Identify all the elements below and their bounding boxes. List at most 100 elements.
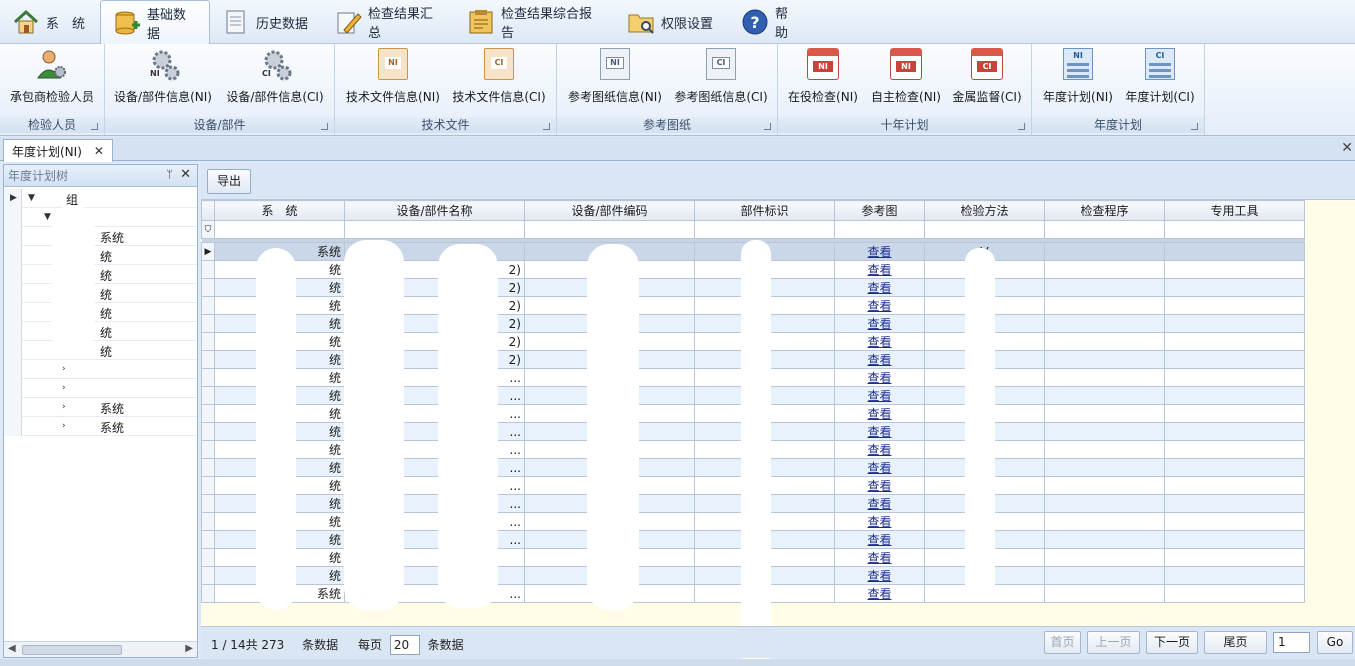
- view-link[interactable]: 查看: [867, 479, 891, 493]
- tree-node-row[interactable]: ›系统: [4, 227, 197, 246]
- row-indicator[interactable]: [201, 422, 215, 441]
- group-expand-icon[interactable]: [321, 123, 328, 130]
- annual-plan-ni-button[interactable]: NI 年度计划(NI): [1038, 48, 1118, 105]
- filter-cell[interactable]: [1044, 220, 1165, 239]
- row-indicator[interactable]: [201, 584, 215, 603]
- tree-node-row[interactable]: ›统: [4, 284, 197, 303]
- view-link[interactable]: 查看: [867, 425, 891, 439]
- row-indicator[interactable]: [201, 548, 215, 567]
- row-indicator[interactable]: [201, 350, 215, 369]
- tree-node-row[interactable]: ›统: [4, 265, 197, 284]
- view-link[interactable]: 查看: [867, 335, 891, 349]
- row-indicator[interactable]: [201, 260, 215, 279]
- in-service-inspection-button[interactable]: NI 在役检查(NI): [784, 48, 862, 105]
- filter-cell[interactable]: [1164, 220, 1305, 239]
- menu-tab-history[interactable]: 历史数据: [210, 0, 322, 44]
- view-link[interactable]: 查看: [867, 245, 891, 259]
- view-link[interactable]: 查看: [867, 443, 891, 457]
- row-indicator[interactable]: [201, 332, 215, 351]
- view-link[interactable]: 查看: [867, 371, 891, 385]
- collapse-icon[interactable]: ▼: [44, 212, 51, 222]
- column-header[interactable]: 设备/部件名称: [344, 200, 525, 221]
- view-link[interactable]: 查看: [867, 281, 891, 295]
- filter-cell[interactable]: [834, 220, 925, 239]
- filter-cell[interactable]: [924, 220, 1045, 239]
- goto-page-input[interactable]: 1: [1273, 632, 1310, 653]
- row-indicator[interactable]: [201, 566, 215, 585]
- filter-cell[interactable]: [524, 220, 695, 239]
- self-inspection-button[interactable]: NI 自主检查(NI): [867, 48, 945, 105]
- row-indicator[interactable]: [201, 404, 215, 423]
- tree-node-row[interactable]: ›统: [4, 322, 197, 341]
- tree-root-row[interactable]: ▶ ▼ 组: [4, 189, 197, 208]
- tree-node-row[interactable]: ›: [4, 379, 197, 398]
- menu-tab-permissions[interactable]: 权限设置: [615, 0, 729, 44]
- group-expand-icon[interactable]: [1018, 123, 1025, 130]
- filter-cell[interactable]: [214, 220, 345, 239]
- scroll-right-icon[interactable]: ▶: [185, 643, 193, 654]
- contractor-inspector-button[interactable]: 承包商检验人员: [6, 48, 98, 105]
- next-page-button[interactable]: 下一页: [1146, 631, 1198, 654]
- menu-tab-help[interactable]: ? 帮助: [729, 0, 809, 44]
- row-indicator[interactable]: [201, 512, 215, 531]
- view-link[interactable]: 查看: [867, 497, 891, 511]
- row-indicator[interactable]: [201, 296, 215, 315]
- group-expand-icon[interactable]: [91, 123, 98, 130]
- scroll-left-icon[interactable]: ◀: [8, 643, 16, 654]
- prev-page-button[interactable]: 上一页: [1087, 631, 1140, 654]
- column-header[interactable]: 系 统: [214, 200, 345, 221]
- row-indicator[interactable]: [201, 530, 215, 549]
- tree-node-row[interactable]: ›统: [4, 341, 197, 360]
- column-header[interactable]: 部件标识: [694, 200, 835, 221]
- expand-icon[interactable]: ›: [62, 383, 66, 393]
- row-indicator[interactable]: [201, 476, 215, 495]
- ref-drawing-ni-button[interactable]: NI 参考图纸信息(NI): [565, 48, 665, 105]
- collapse-icon[interactable]: ▼: [28, 193, 35, 203]
- column-header[interactable]: 专用工具: [1164, 200, 1305, 221]
- expand-icon[interactable]: ›: [62, 364, 66, 374]
- row-indicator[interactable]: [201, 314, 215, 333]
- group-expand-icon[interactable]: [764, 123, 771, 130]
- group-expand-icon[interactable]: [543, 123, 550, 130]
- per-page-input[interactable]: 20: [389, 635, 420, 655]
- annual-plan-ci-button[interactable]: CI 年度计划(CI): [1120, 48, 1200, 105]
- pin-icon[interactable]: ᛘ: [166, 168, 173, 181]
- view-link[interactable]: 查看: [867, 461, 891, 475]
- row-indicator[interactable]: [201, 440, 215, 459]
- menu-tab-result-summary[interactable]: 检查结果汇总: [322, 0, 455, 44]
- row-indicator[interactable]: [201, 494, 215, 513]
- tech-doc-ci-button[interactable]: CI 技术文件信息(CI): [449, 48, 549, 105]
- export-button[interactable]: 导出: [207, 169, 252, 194]
- close-icon[interactable]: ✕: [180, 167, 191, 182]
- row-indicator[interactable]: ▶: [201, 242, 215, 261]
- row-indicator[interactable]: [201, 458, 215, 477]
- filter-cell[interactable]: [344, 220, 525, 239]
- filter-cell[interactable]: [694, 220, 835, 239]
- view-link[interactable]: 查看: [867, 515, 891, 529]
- close-icon[interactable]: ✕: [94, 144, 104, 158]
- view-link[interactable]: 查看: [867, 587, 891, 601]
- view-link[interactable]: 查看: [867, 569, 891, 583]
- scroll-thumb[interactable]: [22, 645, 122, 655]
- view-link[interactable]: 查看: [867, 407, 891, 421]
- filter-icon[interactable]: ⛉: [201, 220, 215, 239]
- tree-node-row[interactable]: ›统: [4, 303, 197, 322]
- column-header[interactable]: 检查程序: [1044, 200, 1165, 221]
- metal-supervision-button[interactable]: CI 金属监督(CI): [948, 48, 1026, 105]
- tree-node-row[interactable]: ›系统: [4, 417, 197, 436]
- menu-tab-comprehensive-report[interactable]: 检查结果综合报告: [455, 0, 615, 44]
- view-link[interactable]: 查看: [867, 389, 891, 403]
- view-link[interactable]: 查看: [867, 533, 891, 547]
- tree-node-row[interactable]: ›统: [4, 246, 197, 265]
- equipment-info-ni-button[interactable]: NI 设备/部件信息(NI): [111, 48, 215, 105]
- tech-doc-ni-button[interactable]: NI 技术文件信息(NI): [343, 48, 443, 105]
- row-indicator[interactable]: [201, 278, 215, 297]
- close-all-icon[interactable]: ✕: [1341, 140, 1353, 156]
- view-link[interactable]: 查看: [867, 299, 891, 313]
- column-header[interactable]: 检验方法: [924, 200, 1045, 221]
- row-indicator[interactable]: [201, 386, 215, 405]
- group-expand-icon[interactable]: [1191, 123, 1198, 130]
- tree-node-row[interactable]: ›系统: [4, 398, 197, 417]
- menu-tab-system[interactable]: 系 统: [0, 0, 100, 44]
- view-link[interactable]: 查看: [867, 551, 891, 565]
